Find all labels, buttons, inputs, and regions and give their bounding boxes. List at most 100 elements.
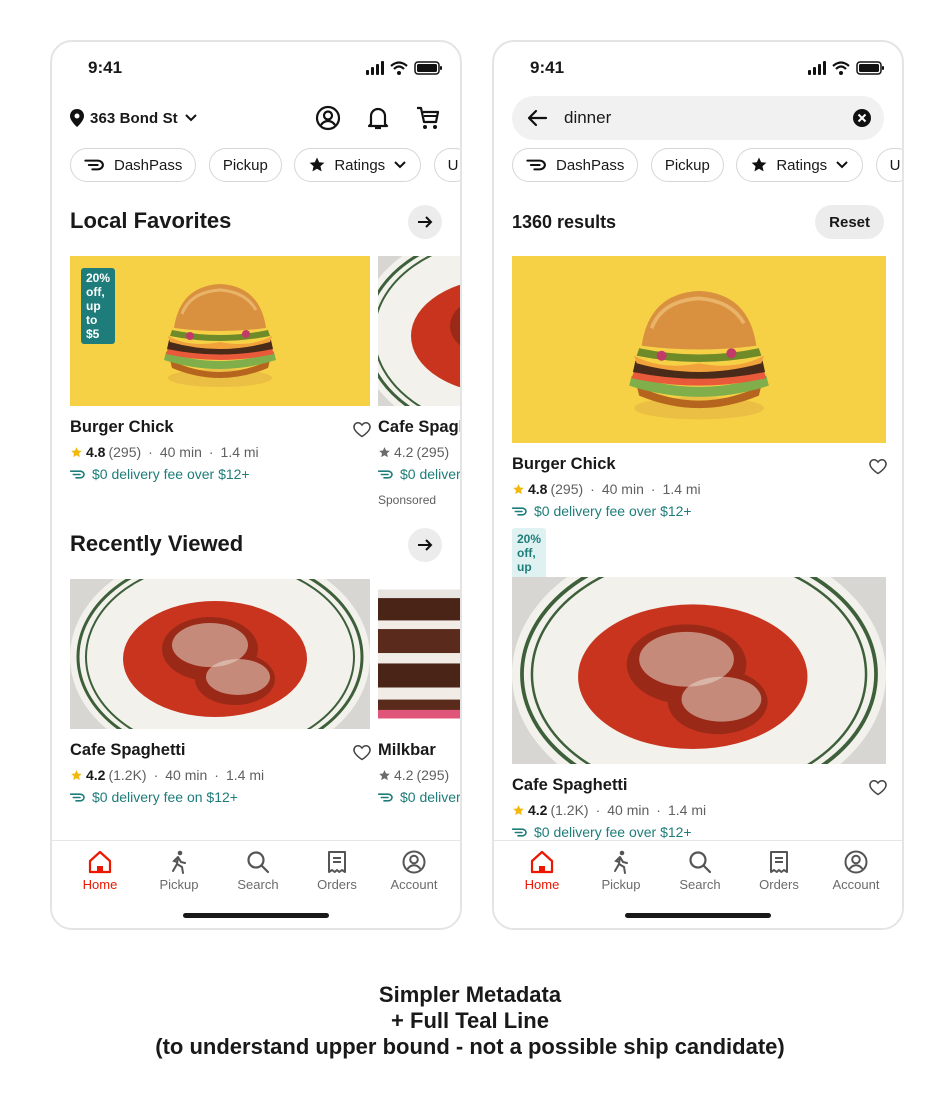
store-name: Cafe Spaghetti	[378, 418, 460, 436]
reset-button[interactable]: Reset	[815, 205, 884, 239]
delivery-time: 40 min	[159, 444, 202, 460]
home-icon	[530, 850, 554, 874]
search-icon	[247, 851, 270, 874]
tab-search[interactable]: Search	[665, 849, 735, 892]
home-indicator	[183, 913, 329, 918]
clear-search-icon[interactable]	[852, 108, 872, 128]
account-icon[interactable]	[314, 104, 342, 132]
section-title: Local Favorites	[70, 208, 232, 233]
tab-label: Home	[524, 877, 560, 892]
account-icon	[844, 850, 868, 874]
status-bar: 9:41	[52, 42, 460, 94]
section-title: Recently Viewed	[70, 531, 244, 556]
tab-account[interactable]: Account	[379, 849, 449, 892]
star-icon	[70, 446, 83, 459]
favorite-heart-icon[interactable]	[868, 456, 888, 476]
filter-chip-dashpass[interactable]: DashPass	[512, 148, 639, 182]
tab-home[interactable]: Home	[507, 849, 577, 892]
slide-caption: Simpler Metadata + Full Teal Line (to un…	[0, 982, 940, 1060]
star-icon	[512, 804, 525, 817]
distance: 1.4 mi	[220, 444, 259, 460]
store-meta: 4.2 (1.2K) · 40 min · 1.4 mi	[70, 767, 264, 783]
store-meta: 4.2 (295)	[378, 444, 449, 460]
dashpass-icon	[378, 469, 394, 480]
store-meta: 4.2 (295)	[378, 767, 449, 783]
tab-label: Orders	[759, 877, 799, 892]
tab-label: Pickup	[601, 877, 641, 892]
store-meta: 4.2 (1.2K) · 40 min · 1.4 mi	[512, 802, 706, 818]
chip-label: U	[447, 156, 459, 174]
store-image	[70, 579, 370, 729]
filter-chip-dashpass[interactable]: DashPass	[70, 148, 197, 182]
status-bar: 9:41	[494, 42, 902, 94]
filter-chip-more[interactable]: U	[433, 148, 460, 182]
cart-icon[interactable]	[414, 104, 442, 132]
star-icon	[308, 156, 326, 174]
review-count: (295)	[550, 481, 584, 497]
see-all-button[interactable]	[408, 528, 442, 562]
dashpass-icon	[526, 158, 548, 172]
tab-orders[interactable]: Orders	[302, 849, 372, 892]
delivery-fee-text: $0 delivery fee over $12+	[534, 503, 692, 519]
filter-chip-ratings[interactable]: Ratings	[294, 148, 422, 182]
delivery-fee: $0 delivery fee over $12+	[70, 466, 250, 482]
see-all-button[interactable]	[408, 205, 442, 239]
account-icon	[402, 850, 426, 874]
filter-chips: DashPass Pickup Ratings U	[70, 148, 460, 184]
filter-chip-pickup[interactable]: Pickup	[208, 148, 282, 182]
tab-home[interactable]: Home	[65, 849, 135, 892]
search-icon	[689, 851, 712, 874]
tab-search[interactable]: Search	[223, 849, 293, 892]
favorite-heart-icon[interactable]	[352, 419, 372, 439]
notification-bell-icon[interactable]	[364, 104, 392, 132]
status-icons	[366, 60, 444, 76]
home-icon	[88, 850, 112, 874]
results-count: 1360 results	[512, 212, 617, 232]
back-arrow-icon[interactable]	[526, 107, 548, 129]
filter-chip-pickup[interactable]: Pickup	[650, 148, 724, 182]
delivery-address-selector[interactable]: 363 Bond St	[70, 106, 198, 130]
delivery-time: 40 min	[601, 481, 644, 497]
distance: 1.4 mi	[667, 802, 707, 818]
tab-pickup[interactable]: Pickup	[586, 849, 656, 892]
walking-person-icon	[172, 850, 186, 874]
delivery-address: 363 Bond St	[90, 109, 178, 127]
delivery-fee-text: $0 delivery fee over $12+	[534, 824, 692, 840]
store-meta: 4.8 (295) · 40 min · 1.4 mi	[70, 444, 259, 460]
filter-chip-more[interactable]: U	[875, 148, 902, 182]
filter-chip-ratings[interactable]: Ratings	[736, 148, 864, 182]
arrow-right-icon	[418, 216, 433, 228]
delivery-fee: $0 delivery fee over $12+	[512, 503, 692, 519]
tab-label: Search	[679, 877, 721, 892]
home-screen-phone: 9:41 363 Bond St DashPass Pickup Ratings	[50, 40, 462, 930]
search-bar[interactable]: dinner	[512, 96, 884, 140]
delivery-fee-text: $0 delivery fee over $12+	[92, 466, 250, 482]
home-indicator	[625, 913, 771, 918]
dashpass-icon	[84, 158, 106, 172]
favorite-heart-icon[interactable]	[868, 777, 888, 797]
delivery-fee: $0 delivery fee over $12+	[512, 824, 692, 840]
tab-pickup[interactable]: Pickup	[144, 849, 214, 892]
promo-badge: 20% off, up to $5	[81, 268, 116, 344]
search-query[interactable]: dinner	[564, 108, 611, 128]
rating: 4.2	[394, 444, 414, 460]
store-name: Cafe Spaghetti	[70, 741, 186, 759]
dashpass-icon	[70, 792, 86, 803]
distance: 1.4 mi	[662, 481, 701, 497]
chip-label: DashPass	[556, 156, 625, 174]
tab-orders[interactable]: Orders	[744, 849, 814, 892]
rating: 4.2	[528, 802, 548, 818]
favorite-heart-icon[interactable]	[352, 742, 372, 762]
store-name: Milkbar	[378, 741, 436, 759]
tab-label: Pickup	[159, 877, 199, 892]
store-image	[512, 256, 886, 443]
tab-label: Search	[237, 877, 279, 892]
delivery-fee: $0 delivery fee on $12+	[70, 789, 238, 805]
review-count: (295)	[416, 767, 450, 783]
tab-account[interactable]: Account	[821, 849, 891, 892]
rating: 4.2	[394, 767, 414, 783]
chip-label: DashPass	[114, 156, 183, 174]
arrow-right-icon	[418, 539, 433, 551]
review-count: (295)	[108, 444, 142, 460]
status-time: 9:41	[530, 58, 565, 77]
